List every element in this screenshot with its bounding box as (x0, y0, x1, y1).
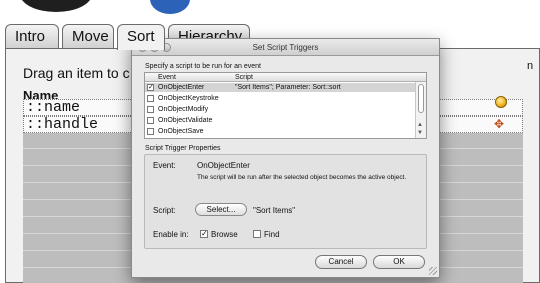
right-edge-text: n (527, 60, 534, 72)
trigger-event: OnObjectEnter (158, 84, 205, 91)
trigger-row-onobjectkeystroke[interactable]: OnObjectKeystroke (145, 94, 415, 103)
trigger-event: OnObjectKeystroke (158, 95, 219, 102)
select-script-button[interactable]: Select... (195, 203, 247, 216)
properties-legend: Script Trigger Properties (145, 145, 221, 152)
enter-sort-button[interactable] (495, 96, 507, 108)
trigger-checkbox[interactable] (147, 106, 154, 113)
trigger-script: "Sort Items"; Parameter: Sort::sort (235, 84, 341, 91)
trigger-properties-group: Event: OnObjectEnter The script will be … (144, 154, 427, 249)
trigger-table-header: Event Script (145, 73, 426, 82)
event-name: OnObjectEnter (197, 161, 250, 170)
event-column-header[interactable]: Event (158, 73, 176, 82)
trigger-table[interactable]: Event Script ✓ OnObjectEnter "Sort Items… (144, 72, 427, 139)
dialog-title: Set Script Triggers (252, 43, 319, 52)
trigger-checkbox[interactable] (147, 95, 154, 102)
trigger-prompt: Specify a script to be run for an event (145, 63, 261, 70)
trigger-event: OnObjectModify (158, 106, 209, 113)
tab-sort[interactable]: Sort (117, 24, 165, 50)
find-label[interactable]: Find (264, 230, 280, 239)
find-checkbox[interactable] (253, 230, 261, 238)
script-column-header[interactable]: Script (235, 73, 253, 82)
tab-intro[interactable]: Intro (5, 24, 59, 49)
event-label: Event: (153, 161, 176, 170)
dialog-title-bar[interactable]: Set Script Triggers (132, 39, 439, 56)
trigger-row-onobjectenter[interactable]: ✓ OnObjectEnter "Sort Items"; Parameter:… (145, 83, 415, 92)
event-description: The script will be run after the selecte… (197, 174, 407, 181)
trigger-row-onobjectmodify[interactable]: OnObjectModify (145, 105, 415, 114)
trigger-checkbox[interactable] (147, 117, 154, 124)
trigger-event: OnObjectSave (158, 128, 204, 135)
drag-handle-icon[interactable]: ✥ (491, 117, 507, 131)
enable-in-label: Enable in: (153, 230, 189, 239)
trigger-row-onobjectvalidate[interactable]: OnObjectValidate (145, 116, 415, 125)
header-logo-area (0, 0, 540, 18)
tab-move[interactable]: Move (62, 24, 114, 49)
instruction-text: Drag an item to c (23, 65, 130, 81)
trigger-checkbox[interactable] (147, 128, 154, 135)
browse-checkbox[interactable]: ✓ (200, 230, 208, 238)
browse-label[interactable]: Browse (211, 230, 238, 239)
selected-script-name: "Sort Items" (253, 206, 296, 215)
resize-grip-icon[interactable] (429, 267, 437, 275)
trigger-table-scrollbar[interactable]: ▲ ▼ (415, 82, 426, 138)
logo-shape-dark (20, 0, 92, 12)
set-script-triggers-dialog: Set Script Triggers Specify a script to … (131, 38, 440, 278)
logo-shape-blue (150, 0, 190, 14)
trigger-row-onobjectsave[interactable]: OnObjectSave (145, 127, 415, 136)
ok-button[interactable]: OK (373, 255, 425, 269)
scroll-thumb[interactable] (418, 84, 424, 113)
scroll-down-arrow-icon[interactable]: ▼ (417, 130, 423, 136)
trigger-checkbox[interactable]: ✓ (147, 84, 154, 91)
cancel-button[interactable]: Cancel (315, 255, 367, 269)
script-label: Script: (153, 206, 176, 215)
trigger-event: OnObjectValidate (158, 117, 213, 124)
scroll-up-arrow-icon[interactable]: ▲ (417, 122, 423, 128)
